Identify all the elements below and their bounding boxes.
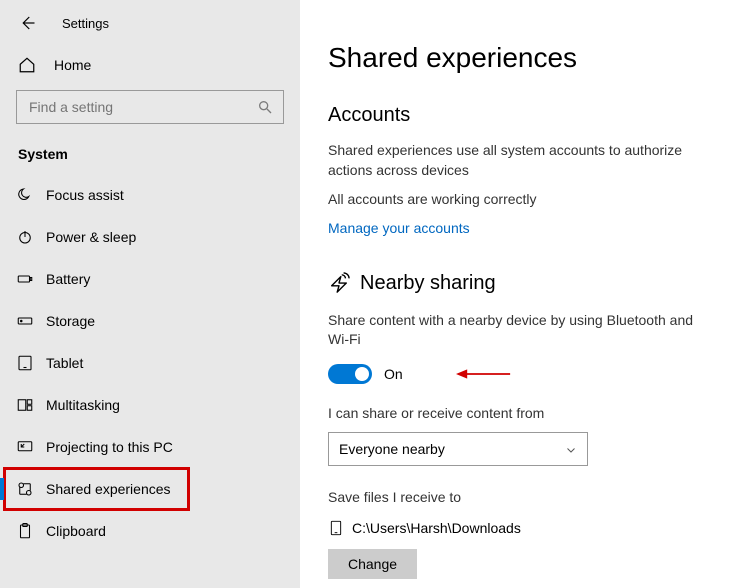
chevron-down-icon bbox=[565, 443, 577, 455]
sidebar-item-label: Clipboard bbox=[46, 523, 106, 539]
device-icon bbox=[328, 517, 344, 539]
moon-icon bbox=[16, 186, 34, 204]
sidebar-item-label: Projecting to this PC bbox=[46, 439, 173, 455]
sidebar-item-multitasking[interactable]: Multitasking bbox=[0, 384, 300, 426]
sidebar-item-projecting[interactable]: Projecting to this PC bbox=[0, 426, 300, 468]
sidebar-category-system: System bbox=[0, 124, 300, 170]
sidebar-item-power-sleep[interactable]: Power & sleep bbox=[0, 216, 300, 258]
sidebar-item-storage[interactable]: Storage bbox=[0, 300, 300, 342]
sidebar-item-battery[interactable]: Battery bbox=[0, 258, 300, 300]
power-icon bbox=[16, 228, 34, 246]
nearby-sharing-heading: Nearby sharing bbox=[360, 272, 496, 295]
nearby-sharing-description: Share content with a nearby device by us… bbox=[328, 311, 712, 350]
dropdown-value: Everyone nearby bbox=[339, 441, 445, 457]
share-scope-dropdown[interactable]: Everyone nearby bbox=[328, 432, 588, 466]
home-icon bbox=[18, 56, 36, 74]
sidebar-item-focus-assist[interactable]: Focus assist bbox=[0, 174, 300, 216]
change-location-button[interactable]: Change bbox=[328, 549, 417, 579]
sidebar-item-label: Power & sleep bbox=[46, 229, 136, 245]
toggle-state-label: On bbox=[384, 366, 403, 382]
sidebar-item-label: Storage bbox=[46, 313, 95, 329]
clipboard-icon bbox=[16, 522, 34, 540]
storage-icon bbox=[16, 312, 34, 330]
back-icon[interactable] bbox=[18, 14, 36, 32]
accounts-status: All accounts are working correctly bbox=[328, 190, 712, 210]
sidebar-home-label: Home bbox=[54, 57, 91, 73]
search-icon bbox=[257, 99, 273, 115]
sidebar-item-label: Tablet bbox=[46, 355, 83, 371]
sidebar-item-clipboard[interactable]: Clipboard bbox=[0, 510, 300, 552]
nearby-sharing-toggle[interactable] bbox=[328, 364, 372, 384]
sidebar-item-shared-experiences[interactable]: Shared experiences bbox=[4, 468, 189, 510]
accounts-description: Shared experiences use all system accoun… bbox=[328, 141, 712, 180]
settings-sidebar: Settings Home System Focus assist Power … bbox=[0, 0, 300, 588]
settings-title: Settings bbox=[62, 16, 109, 31]
tablet-icon bbox=[16, 354, 34, 372]
sidebar-home[interactable]: Home bbox=[0, 56, 300, 74]
sidebar-item-label: Multitasking bbox=[46, 397, 120, 413]
search-input[interactable] bbox=[27, 98, 257, 116]
sidebar-item-tablet[interactable]: Tablet bbox=[0, 342, 300, 384]
sidebar-item-label: Shared experiences bbox=[46, 481, 171, 497]
manage-accounts-link[interactable]: Manage your accounts bbox=[328, 220, 712, 236]
battery-icon bbox=[16, 270, 34, 288]
save-location-path: C:\Users\Harsh\Downloads bbox=[352, 520, 521, 536]
search-box[interactable] bbox=[16, 90, 284, 124]
sidebar-item-label: Battery bbox=[46, 271, 90, 287]
project-icon bbox=[16, 438, 34, 456]
page-title: Shared experiences bbox=[328, 42, 712, 74]
save-location-label: Save files I receive to bbox=[328, 488, 712, 508]
nearby-sharing-icon bbox=[328, 272, 350, 294]
accounts-heading: Accounts bbox=[328, 104, 712, 127]
sidebar-item-label: Focus assist bbox=[46, 187, 124, 203]
multitask-icon bbox=[16, 396, 34, 414]
share-scope-label: I can share or receive content from bbox=[328, 404, 712, 424]
shared-exp-icon bbox=[16, 480, 34, 498]
annotation-arrow-icon bbox=[456, 366, 512, 382]
main-content: Shared experiences Accounts Shared exper… bbox=[300, 0, 734, 588]
sidebar-nav: Focus assist Power & sleep Battery Stora… bbox=[0, 174, 300, 552]
